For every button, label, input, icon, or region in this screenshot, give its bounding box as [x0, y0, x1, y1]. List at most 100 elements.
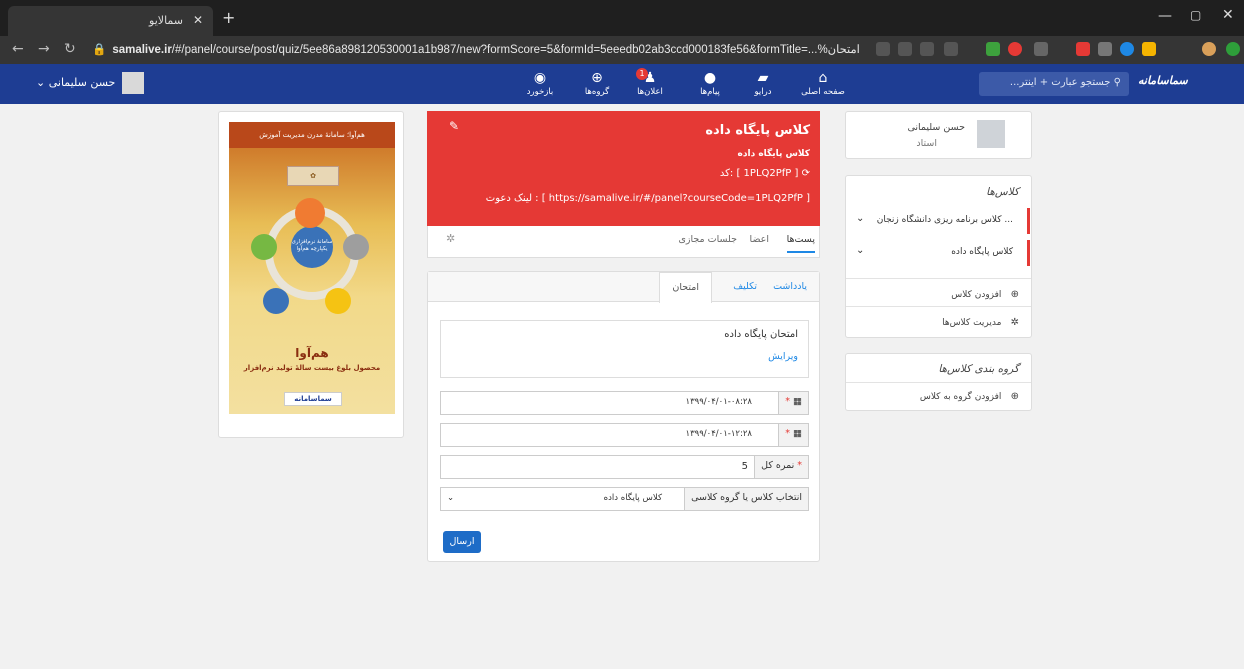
nav-feedback[interactable]: ◉ بازخورد [515, 70, 565, 97]
back-icon[interactable]: ← [12, 41, 24, 57]
rss-icon: ◉ [533, 70, 547, 86]
pencil-icon[interactable]: ✎ [449, 119, 459, 133]
ad-card: هم‌آوا؛ سامانهٔ مدرن مدیریت آموزش ✿ ساما… [218, 111, 404, 438]
tab-sessions[interactable]: جلسات مجازی [679, 234, 738, 245]
start-date-field[interactable]: * ▦ ۱۳۹۹/۰۴/۰۱-۰۸:۲۸ [440, 391, 809, 415]
poster-emblem: ✿ [287, 166, 339, 186]
extension-icon[interactable] [1098, 42, 1112, 56]
post-type-tabs: یادداشت تکلیف امتحان [428, 272, 819, 303]
tab-exam[interactable]: امتحان [659, 272, 712, 303]
window-maximize-icon[interactable]: ▢ [1190, 8, 1201, 22]
chevron-down-icon: ⌄ [447, 493, 455, 503]
notification-badge: 1 [636, 68, 648, 80]
profile-role: استاد [916, 138, 937, 149]
edit-link[interactable]: ویرایش [768, 351, 798, 362]
avatar[interactable] [122, 72, 144, 94]
poster-logo: سماسامانه [284, 392, 342, 406]
extension-icon[interactable] [1226, 42, 1240, 56]
extension-icon[interactable] [1008, 42, 1022, 56]
tab-posts[interactable]: پست‌ها [786, 234, 815, 253]
total-score-field[interactable]: نمره کل * 5 [440, 455, 809, 479]
class-tabs: پست‌ها اعضا جلسات مجازی ✲ [427, 226, 820, 258]
groups-title: گروه بندی کلاس‌ها [938, 363, 1019, 375]
window-minimize-icon[interactable]: — [1158, 8, 1172, 24]
search-input[interactable]: ⚲ جستجو عبارت + اینتر... [979, 72, 1129, 96]
extension-icon[interactable] [1120, 42, 1134, 56]
class-subtitle: کلاس پایگاه داده [737, 149, 810, 159]
tab-assignment[interactable]: تکلیف [733, 281, 757, 292]
add-class-button[interactable]: افزودن کلاس ⊕ [951, 289, 1019, 300]
window-close-icon[interactable]: ✕ [1222, 7, 1234, 23]
tab-close-icon[interactable]: ✕ [193, 13, 203, 27]
extension-icon[interactable] [1076, 42, 1090, 56]
profile-avatar-icon[interactable] [1202, 42, 1216, 56]
manage-classes-button[interactable]: مدیریت کلاس‌ها ✲ [942, 317, 1019, 328]
total-score-value: 5 [741, 461, 748, 472]
browser-tab[interactable]: سمالایو ✕ [8, 6, 213, 36]
start-date-value: ۱۳۹۹/۰۴/۰۱-۰۸:۲۸ [685, 397, 752, 407]
zoom-icon[interactable] [876, 42, 890, 56]
extension-icon[interactable] [1142, 42, 1156, 56]
chevron-down-icon[interactable]: ⌄ [856, 245, 864, 256]
new-tab-button[interactable]: + [222, 8, 235, 27]
divider [846, 382, 1031, 383]
chat-icon: ● [703, 70, 717, 86]
poster-circle [325, 288, 351, 314]
nav-notifications[interactable]: ♟ اعلان‌ها [625, 70, 675, 97]
class-banner: ✎ کلاس پایگاه داده کلاس پایگاه داده کد: … [427, 111, 820, 226]
invite-link: لینک دعوت : [ https://samalive.ir/#/pane… [485, 193, 810, 204]
star-icon[interactable] [944, 42, 958, 56]
sidebar-item-class[interactable]: کلاس برنامه ریزی دانشگاه زنجان ... ⌄ [846, 208, 1030, 234]
profile-name: حسن سلیمانی [907, 122, 965, 133]
ad-poster[interactable]: هم‌آوا؛ سامانهٔ مدرن مدیریت آموزش ✿ ساما… [229, 122, 395, 414]
nav-messages[interactable]: ● پیام‌ها [685, 70, 735, 97]
add-group-button[interactable]: افزودن گروه به کلاس ⊕ [920, 391, 1019, 402]
poster-circle [263, 288, 289, 314]
refresh-icon[interactable]: ⟳ [802, 168, 810, 179]
sidebar-item-class[interactable]: کلاس پایگاه داده ⌄ [846, 240, 1030, 266]
drive-icon: ▰ [757, 70, 769, 86]
exam-box: امتحان پایگاه داده ویرایش [440, 320, 809, 378]
post-form: یادداشت تکلیف امتحان امتحان پایگاه داده … [427, 271, 820, 562]
tab-members[interactable]: اعضا [750, 234, 769, 245]
poster-brand: هم‌آوا [295, 346, 329, 360]
class-label: کلاس برنامه ریزی دانشگاه زنجان ... [876, 215, 1013, 225]
poster-top-text: هم‌آوا؛ سامانهٔ مدرن مدیریت آموزش [229, 122, 395, 148]
profile-card: حسن سلیمانی استاد [845, 111, 1032, 159]
nav-home[interactable]: ⌂ صفحه اصلی [798, 70, 848, 97]
groups-card: گروه بندی کلاس‌ها افزودن گروه به کلاس ⊕ [845, 353, 1032, 411]
submit-button[interactable]: ارسال [443, 531, 481, 553]
extension-icon[interactable] [986, 42, 1000, 56]
class-label: کلاس پایگاه داده [951, 247, 1013, 257]
user-name: حسن سلیمانی [48, 76, 116, 89]
forward-icon[interactable]: → [38, 41, 50, 57]
nav-groups[interactable]: ⊕ گروه‌ها [572, 70, 622, 97]
end-date-value: ۱۳۹۹/۰۴/۰۱-۱۲:۲۸ [685, 429, 752, 439]
user-menu[interactable]: ⌄ حسن سلیمانی [36, 76, 115, 89]
plus-circle-icon: ⊕ [1007, 391, 1019, 402]
class-select[interactable]: انتخاب کلاس یا گروه کلاسی کلاس پایگاه دا… [440, 487, 809, 511]
classes-card: کلاس‌ها کلاس برنامه ریزی دانشگاه زنجان .… [845, 175, 1032, 338]
calendar-start-icon[interactable]: * ▦ [778, 392, 808, 414]
chevron-down-icon[interactable]: ⌄ [856, 213, 864, 224]
poster-circle [295, 198, 325, 228]
classes-title: کلاس‌ها [986, 186, 1019, 198]
translate-icon[interactable] [898, 42, 912, 56]
plus-circle-icon: ⊕ [1007, 289, 1019, 300]
reload-icon[interactable]: ↻ [64, 41, 76, 57]
bell-icon: ♟ [643, 70, 657, 86]
divider [846, 306, 1031, 307]
tab-note[interactable]: یادداشت [773, 281, 807, 292]
logo[interactable]: سماسامانه [1138, 74, 1188, 87]
end-date-field[interactable]: * ▦ ۱۳۹۹/۰۴/۰۱-۱۲:۲۸ [440, 423, 809, 447]
extension-icon[interactable] [1034, 42, 1048, 56]
globe-icon: ⊕ [591, 70, 603, 86]
divider [846, 278, 1031, 279]
url-field[interactable]: 🔒 samalive.ir/#/panel/course/post/quiz/5e… [92, 40, 872, 60]
total-score-label: نمره کل * [754, 456, 808, 478]
search-page-icon[interactable] [920, 42, 934, 56]
nav-drive[interactable]: ▰ درایو [738, 70, 788, 97]
calendar-end-icon[interactable]: * ▦ [778, 424, 808, 446]
gear-icon: ✲ [1007, 317, 1019, 328]
gear-icon[interactable]: ✲ [446, 232, 455, 245]
